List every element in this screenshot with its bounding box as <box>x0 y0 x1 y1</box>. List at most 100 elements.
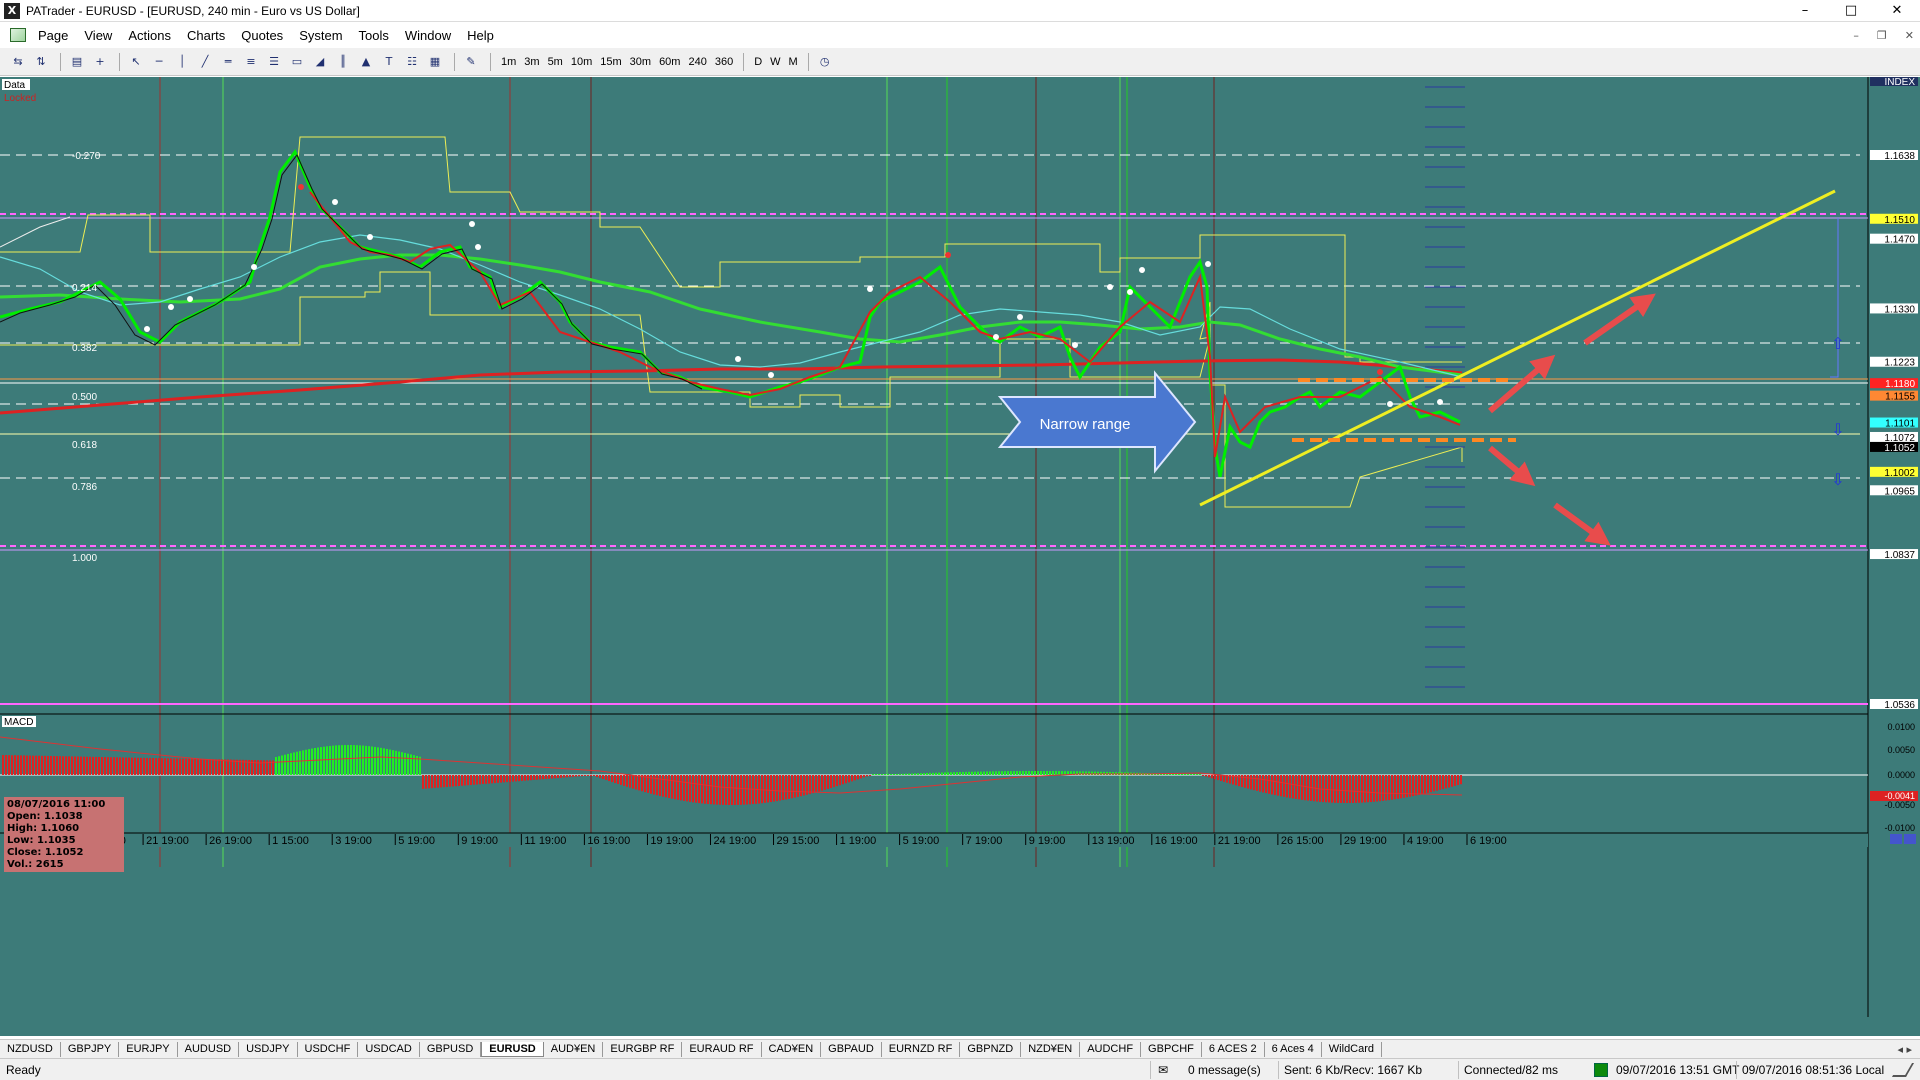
channel-upper <box>0 136 1462 363</box>
tab-scroll-arrows-icon[interactable]: ◂ ▸ <box>1897 1043 1912 1056</box>
crosshair-icon[interactable]: + <box>90 52 110 72</box>
symbol-tab[interactable]: AUDUSD <box>178 1041 240 1057</box>
menu-actions[interactable]: Actions <box>120 28 179 43</box>
timeframe-1m[interactable]: 1m <box>497 52 520 72</box>
macd-bar <box>608 775 610 782</box>
timeframe-monthly[interactable]: M <box>785 52 802 72</box>
symbol-tab[interactable]: GBPJPY <box>61 1041 120 1057</box>
timeframe-15m[interactable]: 15m <box>596 52 625 72</box>
macd-bar <box>1424 775 1426 794</box>
macd-bar <box>1292 775 1294 799</box>
symbol-tab[interactable]: EURJPY <box>119 1041 178 1057</box>
symbol-tab[interactable]: GBPAUD <box>821 1041 882 1057</box>
symbol-tab[interactable]: AUD¥EN <box>544 1041 604 1057</box>
menu-system[interactable]: System <box>291 28 350 43</box>
macd-bar <box>1460 775 1462 785</box>
text-tool-icon[interactable]: T <box>379 52 399 72</box>
symbol-tab[interactable]: USDJPY <box>239 1041 298 1057</box>
menu-tools[interactable]: Tools <box>351 28 397 43</box>
macd-bar <box>1328 775 1330 803</box>
horizontal-line-icon[interactable]: ─ <box>149 52 169 72</box>
menu-charts[interactable]: Charts <box>179 28 233 43</box>
page-icon[interactable] <box>10 28 26 42</box>
timeframe-daily[interactable]: D <box>750 52 766 72</box>
connect-icon[interactable]: ⇆ <box>8 52 28 72</box>
macd-bar <box>233 759 235 775</box>
x-axis-scroll-right-icon[interactable] <box>1904 834 1916 844</box>
cycle-lines-icon[interactable]: ║ <box>333 52 353 72</box>
macd-bar <box>1433 775 1435 792</box>
symbol-tab[interactable]: NZDUSD <box>0 1041 61 1057</box>
levels-icon[interactable]: ☷ <box>402 52 422 72</box>
macd-bar <box>206 759 208 775</box>
x-axis-scroll-left-icon[interactable] <box>1890 834 1902 844</box>
timeframe-240[interactable]: 240 <box>684 52 710 72</box>
draw-icon[interactable]: ✎ <box>461 52 481 72</box>
macd-bar <box>29 755 31 775</box>
symbol-tab[interactable]: EURAUD RF <box>682 1041 762 1057</box>
resize-grip-icon[interactable] <box>1891 1063 1915 1077</box>
fibonacci-icon[interactable]: ≡ <box>241 52 261 72</box>
grid-icon[interactable]: ▦ <box>425 52 445 72</box>
menu-view[interactable]: View <box>76 28 120 43</box>
symbol-tab[interactable]: WildCard <box>1322 1041 1383 1057</box>
macd-bar <box>1418 775 1420 795</box>
symbol-tab[interactable]: USDCHF <box>298 1041 359 1057</box>
pitchfork-icon[interactable]: ▲ <box>356 52 376 72</box>
symbol-tab[interactable]: AUDCHF <box>1080 1041 1142 1057</box>
symbol-tab[interactable]: GBPUSD <box>420 1041 482 1057</box>
disconnect-icon[interactable]: ⇅ <box>31 52 51 72</box>
symbol-tab[interactable]: CAD¥EN <box>762 1041 822 1057</box>
envelope-icon[interactable]: ✉ <box>1158 1063 1168 1077</box>
rectangle-icon[interactable]: ▭ <box>287 52 307 72</box>
fib-extension-icon[interactable]: ☰ <box>264 52 284 72</box>
maximize-icon[interactable]: □ <box>1828 0 1874 22</box>
menu-window[interactable]: Window <box>397 28 459 43</box>
timeframe-5m[interactable]: 5m <box>544 52 567 72</box>
gann-fan-icon[interactable]: ◢ <box>310 52 330 72</box>
pointer-icon[interactable]: ↖ <box>126 52 146 72</box>
annotation-text: Narrow range <box>1040 416 1131 433</box>
ma-green <box>0 253 1463 377</box>
minimize-icon[interactable]: – <box>1782 0 1828 22</box>
symbol-tab[interactable]: EURNZD RF <box>882 1041 961 1057</box>
timeframe-weekly[interactable]: W <box>766 52 784 72</box>
channel-icon[interactable]: ═ <box>218 52 238 72</box>
timeframe-360[interactable]: 360 <box>711 52 737 72</box>
symbol-tab[interactable]: 6 Aces 4 <box>1265 1041 1322 1057</box>
mdi-minimize-icon[interactable]: – <box>1853 29 1859 42</box>
macd-bar <box>641 775 643 792</box>
macd-bar <box>665 775 667 798</box>
symbol-tab[interactable]: GBPCHF <box>1141 1041 1202 1057</box>
mdi-close-icon[interactable]: ✕ <box>1905 29 1914 42</box>
menu-quotes[interactable]: Quotes <box>233 28 291 43</box>
chart-area[interactable]: ⇧ ⇩ ⇩ Narrow range Data Locked -0.270 0.… <box>0 77 1920 1036</box>
macd-bar <box>1397 775 1399 799</box>
toolbar-separator <box>119 52 120 71</box>
toolbar-separator <box>743 52 745 71</box>
timeframe-60m[interactable]: 60m <box>655 52 684 72</box>
trendline-icon[interactable]: ╱ <box>195 52 215 72</box>
symbol-tab[interactable]: EURGBP RF <box>603 1041 683 1057</box>
symbol-tab[interactable]: USDCAD <box>358 1041 420 1057</box>
close-icon[interactable]: ✕ <box>1874 0 1920 22</box>
symbol-tab[interactable]: GBPNZD <box>960 1041 1022 1057</box>
price-chart[interactable]: ⇧ ⇩ ⇩ Narrow range Data Locked -0.270 0.… <box>0 77 1920 1036</box>
signal-dots <box>144 184 1443 407</box>
symbol-tab[interactable]: 6 ACES 2 <box>1202 1041 1265 1057</box>
macd-bar <box>470 775 472 785</box>
clock-icon[interactable]: ◷ <box>815 52 835 72</box>
menu-page[interactable]: Page <box>30 28 76 43</box>
timeframe-3m[interactable]: 3m <box>520 52 543 72</box>
timeframe-30m[interactable]: 30m <box>626 52 655 72</box>
macd-bar <box>35 755 37 775</box>
macd-bar <box>482 775 484 785</box>
symbol-tab[interactable]: EURUSD <box>481 1041 544 1057</box>
symbol-tab[interactable]: NZD¥EN <box>1021 1041 1081 1057</box>
vertical-line-icon[interactable]: │ <box>172 52 192 72</box>
timeframe-10m[interactable]: 10m <box>567 52 596 72</box>
mdi-restore-icon[interactable]: ❐ <box>1877 29 1887 42</box>
new-chart-icon[interactable]: ▤ <box>67 52 87 72</box>
macd-bar <box>155 758 157 775</box>
menu-help[interactable]: Help <box>459 28 502 43</box>
